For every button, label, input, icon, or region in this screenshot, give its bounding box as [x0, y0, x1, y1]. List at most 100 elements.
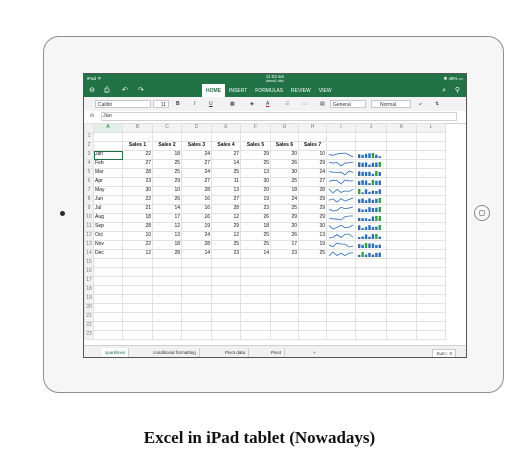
cell[interactable] [326, 240, 356, 250]
row-header[interactable]: 13 [84, 240, 94, 250]
cell[interactable] [122, 312, 153, 322]
column-header-k[interactable]: K [386, 123, 417, 133]
cell[interactable]: 18 [152, 240, 182, 250]
cell[interactable]: 23 [211, 249, 241, 259]
cell[interactable] [386, 159, 417, 169]
cell[interactable]: 25 [270, 177, 299, 187]
cell[interactable]: 28 [152, 249, 182, 259]
cell[interactable]: 28 [122, 222, 153, 232]
add-sheet-button[interactable]: + [310, 348, 319, 357]
tab-formulas[interactable]: FORMULAS [251, 84, 287, 97]
cell[interactable] [416, 285, 446, 295]
cell[interactable] [386, 321, 417, 331]
cell[interactable]: Oct [93, 231, 123, 241]
cell[interactable]: 14 [240, 249, 271, 259]
cell[interactable] [326, 231, 356, 241]
column-title[interactable]: Sales 4 [211, 141, 241, 151]
cell[interactable] [270, 330, 299, 340]
cell[interactable]: 18 [240, 222, 271, 232]
column-title[interactable]: Sales 7 [298, 141, 327, 151]
cell[interactable]: 25 [211, 240, 241, 250]
column-title[interactable]: Sales 5 [240, 141, 271, 151]
tab-review[interactable]: REVIEW [287, 84, 315, 97]
cell[interactable]: 10 [152, 186, 182, 196]
number-format-box[interactable]: General [330, 100, 366, 108]
cell[interactable] [211, 285, 241, 295]
save-icon[interactable]: ⎙ [104, 86, 110, 95]
cell[interactable]: 29 [298, 204, 327, 214]
row-header[interactable]: 8 [84, 195, 94, 205]
cell[interactable] [270, 132, 299, 142]
cell[interactable] [355, 222, 387, 232]
cell[interactable] [355, 276, 387, 286]
cell[interactable] [355, 195, 387, 205]
cell[interactable] [211, 321, 241, 331]
cell[interactable] [355, 141, 387, 151]
row-header[interactable]: 16 [84, 267, 94, 277]
cell[interactable]: 27 [211, 150, 241, 160]
cell[interactable] [298, 321, 327, 331]
redo-icon[interactable]: ↷ [138, 86, 144, 95]
cell[interactable]: 19 [181, 222, 212, 232]
cell[interactable]: 22 [122, 240, 153, 250]
cell[interactable] [93, 294, 123, 304]
cell[interactable] [298, 258, 327, 268]
cell[interactable] [211, 294, 241, 304]
cell[interactable] [416, 159, 446, 169]
sheet-tab-sparklines[interactable]: sparklines [102, 348, 130, 357]
back-icon[interactable]: ⊖ [89, 86, 95, 95]
cell[interactable]: 22 [122, 150, 153, 160]
cell[interactable] [122, 321, 153, 331]
bold-button[interactable]: B [176, 100, 180, 108]
cell[interactable]: 11 [211, 177, 241, 187]
cell[interactable] [211, 330, 241, 340]
cell[interactable] [416, 177, 446, 187]
cell[interactable] [386, 276, 417, 286]
cell[interactable] [416, 141, 446, 151]
row-header[interactable]: 6 [84, 177, 94, 187]
cell[interactable] [386, 330, 417, 340]
row-header[interactable]: 5 [84, 168, 94, 178]
cell[interactable] [93, 321, 123, 331]
cell[interactable]: 17 [152, 213, 182, 223]
row-header[interactable]: 11 [84, 222, 94, 232]
cell[interactable]: 13 [298, 231, 327, 241]
column-header-i[interactable]: I [326, 123, 356, 133]
cell[interactable] [181, 303, 212, 313]
cell[interactable] [386, 303, 417, 313]
column-title[interactable]: Sales 2 [152, 141, 182, 151]
cell[interactable] [355, 213, 387, 223]
row-header[interactable]: 19 [84, 294, 94, 304]
cell[interactable] [416, 294, 446, 304]
search-icon[interactable]: ⌕ [442, 86, 446, 95]
cell[interactable] [386, 195, 417, 205]
cell[interactable] [386, 240, 417, 250]
cell[interactable] [386, 186, 417, 196]
borders-icon[interactable]: ▦ [230, 100, 235, 108]
tab-insert[interactable]: INSERT [225, 84, 251, 97]
cell[interactable]: 16 [181, 213, 212, 223]
cell[interactable] [416, 258, 446, 268]
cell[interactable]: 27 [181, 159, 212, 169]
cell[interactable]: 28 [211, 204, 241, 214]
cell[interactable] [240, 258, 271, 268]
row-header[interactable]: 3 [84, 150, 94, 160]
cell[interactable] [240, 303, 271, 313]
row-header[interactable]: 21 [84, 312, 94, 322]
cell[interactable] [386, 285, 417, 295]
merge-icon[interactable]: ▭ [302, 100, 307, 108]
cell[interactable]: 30 [122, 186, 153, 196]
select-all-corner[interactable] [84, 123, 94, 133]
cell[interactable]: 24 [181, 231, 212, 241]
cell[interactable] [326, 150, 356, 160]
cell[interactable] [326, 294, 356, 304]
cell[interactable]: 10 [298, 150, 327, 160]
italic-button[interactable]: I [194, 100, 195, 108]
cell[interactable]: 17 [270, 240, 299, 250]
cell[interactable] [355, 249, 387, 259]
cell[interactable] [240, 276, 271, 286]
cell[interactable] [93, 285, 123, 295]
cell[interactable]: May [93, 186, 123, 196]
home-button[interactable] [474, 205, 490, 221]
cell[interactable]: 20 [270, 150, 299, 160]
